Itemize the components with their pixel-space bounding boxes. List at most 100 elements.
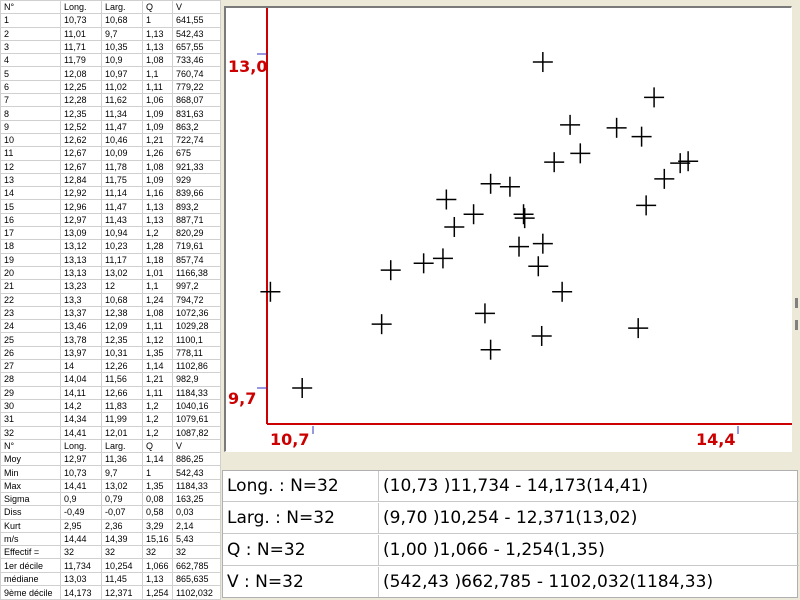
table-cell[interactable]: 12,84 [60,172,102,188]
table-cell[interactable]: 1,2 [142,425,173,440]
table-cell[interactable]: 4 [0,53,61,68]
table-cell[interactable]: 2,36 [101,518,143,533]
table-cell[interactable]: 1,28 [142,239,173,254]
table-cell[interactable]: 1079,61 [172,412,221,427]
table-cell[interactable]: 0,79 [101,491,143,507]
table-cell[interactable]: 11,99 [101,412,143,427]
table-cell[interactable]: 1087,82 [172,425,221,440]
table-cell[interactable]: 865,635 [172,571,221,587]
table-cell[interactable]: Long. [60,438,102,454]
table-cell[interactable]: 3,29 [142,518,173,533]
table-cell[interactable]: N° [0,438,61,454]
table-cell[interactable]: 13,13 [60,252,102,267]
table-cell[interactable]: 14,11 [60,385,102,400]
table-cell[interactable]: 1102,032 [172,585,221,600]
table-cell[interactable]: 1,01 [142,265,173,281]
table-cell[interactable]: Q [142,438,173,454]
table-cell[interactable]: 12,35 [101,332,143,347]
table-cell[interactable]: Kurt [0,518,61,533]
table-cell[interactable]: 32 [172,545,221,560]
table-cell[interactable]: 0,03 [172,505,221,520]
table-cell[interactable]: 12,25 [60,79,102,95]
table-cell[interactable]: 13,46 [60,319,102,334]
table-cell[interactable]: 1,09 [142,119,173,134]
table-cell[interactable]: 10,09 [101,146,143,161]
table-cell[interactable]: 1,24 [142,292,173,307]
table-cell[interactable]: 12,96 [60,199,102,214]
table-cell[interactable]: 863,2 [172,119,221,134]
table-cell[interactable]: 1,14 [142,359,173,374]
table-cell[interactable]: 11,36 [101,452,143,467]
table-cell[interactable]: 1072,36 [172,305,221,321]
table-cell[interactable]: 13,13 [60,265,102,281]
table-cell[interactable]: 11,62 [101,93,143,108]
table-cell[interactable]: 9,7 [101,26,143,41]
table-cell[interactable]: 1040,16 [172,398,221,414]
table-cell[interactable]: 1,08 [142,53,173,68]
table-cell[interactable]: 12,08 [60,66,102,81]
table-cell[interactable]: 13,97 [60,345,102,361]
table-cell[interactable]: 1,13 [142,212,173,228]
table-cell[interactable]: Effectif = [0,545,61,560]
table-cell[interactable]: 733,46 [172,53,221,68]
table-cell[interactable]: 11 [0,146,61,161]
table-cell[interactable]: 11,79 [60,53,102,68]
table-cell[interactable]: 14,39 [101,531,143,547]
table-cell[interactable]: 1,26 [142,146,173,161]
table-cell[interactable]: 1,08 [142,159,173,174]
table-cell[interactable]: 1,1 [142,279,173,294]
table-cell[interactable]: 14,44 [60,531,102,547]
table-cell[interactable]: 8 [0,106,61,121]
table-cell[interactable]: 10,9 [101,53,143,68]
table-cell[interactable]: 542,43 [172,465,221,480]
table-cell[interactable]: 5 [0,66,61,81]
table-cell[interactable]: 10,254 [101,558,143,573]
table-cell[interactable]: 794,72 [172,292,221,307]
table-cell[interactable]: 13,02 [101,265,143,281]
table-cell[interactable]: 12,92 [60,186,102,201]
table-cell[interactable]: médiane [0,571,61,587]
table-cell[interactable]: 13,23 [60,279,102,294]
table-cell[interactable]: 1,21 [142,372,173,387]
table-cell[interactable]: 28 [0,372,61,387]
table-cell[interactable]: 1,08 [142,305,173,321]
table-cell[interactable]: 12,371 [101,585,143,600]
table-cell[interactable]: 12,62 [60,132,102,148]
table-cell[interactable]: 13,78 [60,332,102,347]
table-cell[interactable]: 32 [60,545,102,560]
table-cell[interactable]: 3 [0,39,61,55]
table-cell[interactable]: 820,29 [172,226,221,241]
table-cell[interactable]: 5,43 [172,531,221,547]
table-cell[interactable]: 9ème décile [0,585,61,600]
table-cell[interactable]: 1100,1 [172,332,221,347]
table-cell[interactable]: 12,97 [60,452,102,467]
table-cell[interactable]: 12,35 [60,106,102,121]
table-cell[interactable]: Max [0,478,61,493]
table-cell[interactable]: 32 [142,545,173,560]
table-cell[interactable]: 1,13 [142,571,173,587]
table-cell[interactable]: 13,3 [60,292,102,307]
table-cell[interactable]: 12,97 [60,212,102,228]
table-cell[interactable]: 857,74 [172,252,221,267]
table-cell[interactable]: 1 [142,465,173,480]
table-cell[interactable]: 12,26 [101,359,143,374]
table-cell[interactable]: 1,16 [142,186,173,201]
table-cell[interactable]: 18 [0,239,61,254]
table-cell[interactable]: 997,2 [172,279,221,294]
table-cell[interactable]: 1,13 [142,39,173,55]
table-cell[interactable]: 31 [0,412,61,427]
table-cell[interactable]: 12 [0,159,61,174]
table-cell[interactable]: 657,55 [172,39,221,55]
table-cell[interactable]: Larg. [101,438,143,454]
table-cell[interactable]: 887,71 [172,212,221,228]
table-cell[interactable]: 11,75 [101,172,143,188]
table-cell[interactable]: 10,68 [101,13,143,28]
table-cell[interactable]: 2,95 [60,518,102,533]
table-cell[interactable]: 982,9 [172,372,221,387]
table-cell[interactable]: 11,02 [101,79,143,95]
table-cell[interactable]: 1,09 [142,106,173,121]
table-cell[interactable]: 13,02 [101,478,143,493]
table-cell[interactable]: 1,11 [142,319,173,334]
table-cell[interactable]: 19 [0,252,61,267]
table-cell[interactable]: 13,09 [60,226,102,241]
